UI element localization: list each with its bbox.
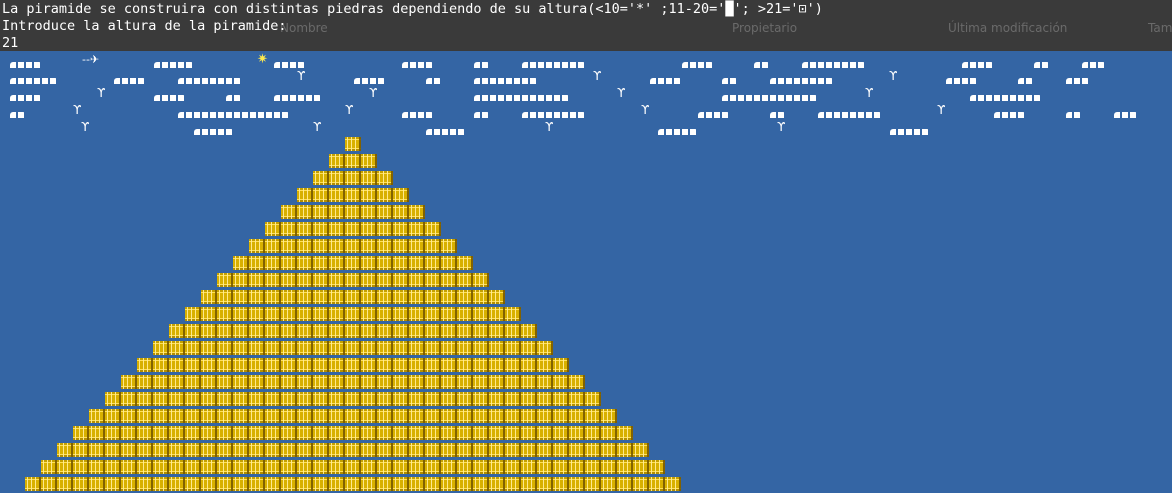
pyramid-row: [185, 307, 521, 321]
pyramid-row: [313, 171, 393, 185]
pyramid-row: [201, 290, 505, 304]
pyramid-row: [345, 137, 361, 151]
pyramid-row: [25, 477, 681, 491]
pyramid-row: [169, 324, 537, 338]
pyramid-row: [105, 392, 601, 406]
pyramid-row: [329, 154, 377, 168]
pyramid-row: [137, 358, 569, 372]
pyramid-row: [121, 375, 585, 389]
pyramid-row: [249, 239, 457, 253]
pyramid-row: [89, 409, 617, 423]
pyramid-row: [73, 426, 633, 440]
pyramid-row: [265, 222, 441, 236]
pyramid: [0, 0, 1172, 493]
pyramid-row: [217, 273, 489, 287]
pyramid-row: [57, 443, 649, 457]
pyramid-row: [153, 341, 553, 355]
pyramid-row: [297, 188, 409, 202]
pyramid-row: [281, 205, 425, 219]
pyramid-row: [41, 460, 665, 474]
pyramid-row: [233, 256, 473, 270]
